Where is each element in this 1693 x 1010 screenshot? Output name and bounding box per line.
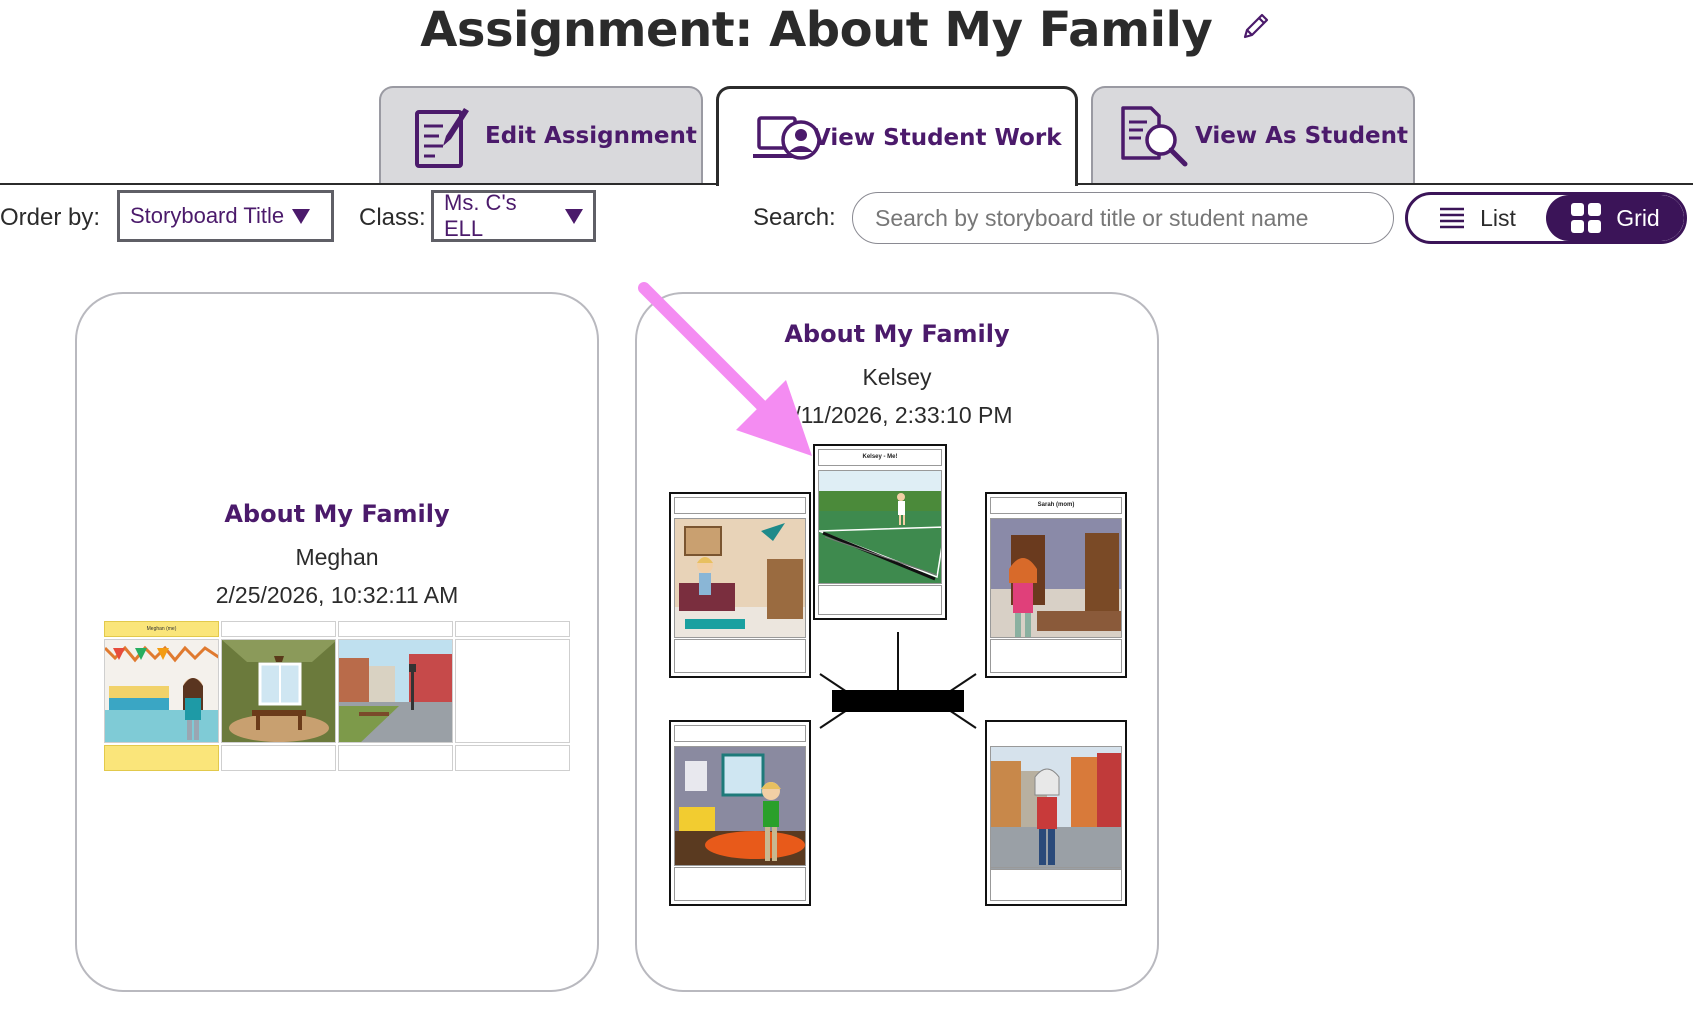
- tab-label: View Student Work: [813, 124, 1062, 151]
- frame-header: Sarah (mom): [990, 497, 1122, 514]
- class-select[interactable]: Ms. C's ELL: [431, 190, 596, 242]
- submission-date: 2/25/2026, 10:32:11 AM: [215, 582, 459, 608]
- tab-edit-assignment[interactable]: Edit Assignment: [379, 86, 703, 184]
- storyboard-thumbnail[interactable]: Meghan (me): [104, 621, 570, 771]
- page-title: Assignment: About My Family: [420, 2, 1213, 58]
- order-by-value: Storyboard Title: [130, 203, 285, 228]
- edit-document-icon: [413, 102, 471, 170]
- page-header: Assignment: About My Family: [0, 0, 1693, 64]
- frame-header: [674, 725, 806, 742]
- filter-toolbar: Order by: Storyboard Title Class: Ms. C'…: [0, 190, 1693, 246]
- bedroom-scene-image: [104, 639, 219, 743]
- search-label: Search:: [753, 204, 836, 231]
- street-scene-image: [338, 639, 453, 743]
- cell-description: [221, 745, 336, 771]
- grid-icon: [1571, 203, 1602, 233]
- tennis-court-image: [818, 470, 942, 584]
- empty-cell-image: [455, 639, 570, 743]
- caret-down-icon: [565, 208, 583, 224]
- frame-description: [990, 867, 1122, 901]
- order-by-select[interactable]: Storyboard Title: [117, 190, 334, 242]
- storyboard-card[interactable]: About My Family Meghan 2/25/2026, 10:32:…: [75, 292, 599, 992]
- pencil-icon[interactable]: [1239, 9, 1273, 43]
- frame-left-bottom: [669, 720, 811, 906]
- class-label: Class:: [359, 204, 426, 231]
- cell-description: [455, 745, 570, 771]
- bedroom-scene-image: [674, 518, 806, 638]
- tab-view-student-work[interactable]: View Student Work: [716, 86, 1078, 186]
- cell-description: [338, 745, 453, 771]
- city-street-image: [990, 746, 1122, 870]
- frame-description: [818, 585, 942, 615]
- grid-view-button[interactable]: Grid: [1546, 195, 1684, 241]
- frame-center-top: Kelsey - Me!: [813, 444, 947, 620]
- list-icon: [1440, 207, 1465, 229]
- laptop-student-icon: [751, 104, 821, 172]
- cell-header: [455, 621, 570, 637]
- view-toggle: List Grid: [1405, 192, 1687, 244]
- boy-bedroom-image: [674, 746, 806, 866]
- storyboard-title[interactable]: About My Family: [77, 500, 597, 528]
- frame-description: [990, 639, 1122, 673]
- student-name: Meghan: [295, 544, 379, 570]
- room-scene-image: [221, 639, 336, 743]
- grid-view-label: Grid: [1616, 204, 1660, 231]
- frame-description: [674, 867, 806, 901]
- order-by-label: Order by:: [0, 204, 101, 231]
- list-view-button[interactable]: List: [1408, 195, 1546, 241]
- storyboard-card[interactable]: About My Family Kelsey 2/11/2026, 2:33:1…: [635, 292, 1159, 992]
- tab-label: Edit Assignment: [485, 123, 697, 149]
- list-view-label: List: [1480, 204, 1516, 231]
- tab-label: View As Student: [1195, 123, 1408, 149]
- frame-right-top: Sarah (mom): [985, 492, 1127, 678]
- caret-down-icon: [292, 208, 311, 224]
- cell-header: [338, 621, 453, 637]
- frame-left-top: [669, 492, 811, 678]
- frame-header: [990, 725, 1122, 742]
- tab-view-as-student[interactable]: View As Student: [1091, 86, 1415, 184]
- cell-header: Meghan (me): [104, 621, 219, 637]
- spider-map-thumbnail[interactable]: Kelsey - Me! Sarah (mom): [637, 294, 1161, 994]
- cell-description: [104, 745, 219, 771]
- search-input[interactable]: [852, 192, 1394, 244]
- frame-header: Kelsey - Me!: [818, 449, 942, 466]
- frame-description: [674, 639, 806, 673]
- class-value: Ms. C's ELL: [444, 190, 517, 241]
- frame-header: [674, 497, 806, 514]
- document-magnifier-icon: [1117, 102, 1191, 170]
- frame-right-bottom: [985, 720, 1127, 906]
- cell-header: [221, 621, 336, 637]
- hallway-scene-image: [990, 518, 1122, 638]
